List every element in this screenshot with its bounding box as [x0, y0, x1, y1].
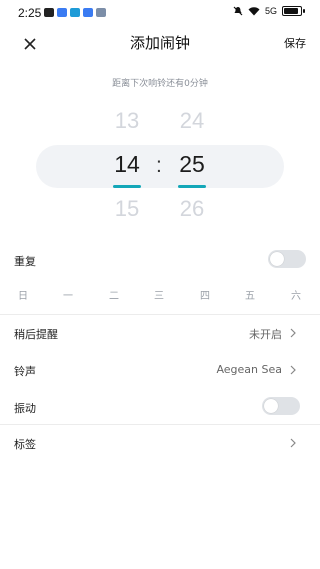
chevron-right-icon: [290, 365, 296, 375]
vibrate-toggle[interactable]: [262, 397, 300, 415]
hour-prev[interactable]: 13: [107, 108, 147, 134]
chevron-right-icon: [290, 328, 296, 338]
wifi-icon: [248, 7, 260, 16]
hour-next[interactable]: 15: [107, 196, 147, 222]
weekday-thu[interactable]: 四: [190, 287, 220, 302]
app-notification-icon: [70, 8, 80, 17]
next-ring-text: 距离下次响铃还有0分钟: [112, 79, 208, 89]
status-bar: 2:25 5G: [0, 0, 320, 26]
weekday-mon[interactable]: 一: [53, 287, 83, 302]
weekday-sat[interactable]: 六: [281, 287, 311, 302]
ringtone-label: 铃声: [14, 365, 36, 378]
battery-icon: [282, 6, 305, 16]
minute-prev[interactable]: 24: [172, 108, 212, 134]
notification-icons: [44, 8, 106, 17]
status-indicators: 5G: [233, 6, 305, 16]
app-notification-icon: [83, 8, 93, 17]
tag-label: 标签: [14, 438, 36, 451]
save-button[interactable]: 保存: [284, 35, 306, 51]
ringtone-row[interactable]: 铃声 Aegean Sea: [0, 359, 320, 381]
snooze-label: 稍后提醒: [14, 328, 58, 341]
signal-icon: 5G: [264, 6, 277, 16]
time-separator: :: [156, 154, 162, 177]
divider: [0, 424, 320, 425]
ringtone-value: Aegean Sea: [216, 363, 282, 376]
chevron-right-icon: [290, 438, 296, 448]
repeat-label: 重复: [14, 255, 36, 268]
weekday-wed[interactable]: 三: [144, 287, 174, 302]
toggle-knob: [264, 399, 278, 413]
toggle-knob: [270, 252, 284, 266]
minute-selected[interactable]: 25: [172, 151, 212, 178]
app-notification-icon: [57, 8, 67, 17]
vibrate-row: 振动: [0, 396, 320, 418]
tag-row[interactable]: 标签: [0, 432, 320, 454]
hour-underline: [113, 185, 141, 188]
repeat-toggle[interactable]: [268, 250, 306, 268]
weekday-selector: 日 一 二 三 四 五 六: [0, 287, 320, 307]
minute-underline: [178, 185, 206, 188]
weekday-tue[interactable]: 二: [99, 287, 129, 302]
message-notification-icon: [44, 8, 54, 17]
vibrate-label: 振动: [14, 402, 36, 415]
repeat-row: 重复: [0, 250, 320, 270]
divider: [0, 314, 320, 315]
page-title: 添加闹钟: [129, 34, 190, 52]
snooze-row[interactable]: 稍后提醒 未开启: [0, 322, 320, 344]
hour-selected[interactable]: 14: [107, 151, 147, 178]
status-time: 2:25: [18, 6, 42, 20]
app-notification-icon: [96, 8, 106, 17]
header: 添加闹钟 保存: [0, 28, 320, 58]
mute-icon: [233, 6, 243, 16]
snooze-value: 未开启: [249, 328, 282, 341]
weekday-fri[interactable]: 五: [235, 287, 265, 302]
weekday-sun[interactable]: 日: [8, 287, 38, 302]
minute-next[interactable]: 26: [172, 196, 212, 222]
